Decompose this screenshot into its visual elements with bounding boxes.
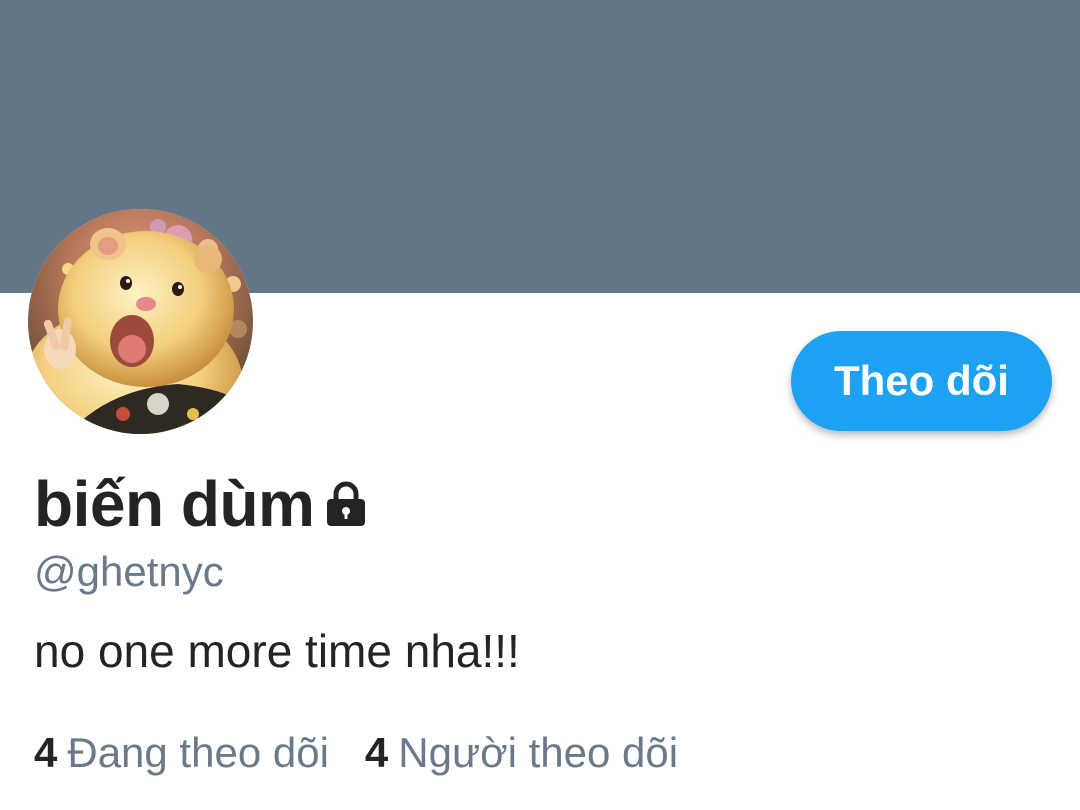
follow-button[interactable]: Theo dõi xyxy=(791,331,1052,431)
avatar[interactable] xyxy=(28,209,253,434)
profile-stats: 4 Đang theo dõi 4 Người theo dõi xyxy=(34,729,714,777)
following-count: 4 xyxy=(34,729,58,776)
display-name: biến dùm xyxy=(34,468,315,540)
followers-stat[interactable]: 4 Người theo dõi xyxy=(365,729,678,777)
following-stat[interactable]: 4 Đang theo dõi xyxy=(34,729,329,777)
profile-handle: @ghetnyc xyxy=(34,548,224,595)
display-name-row: biến dùm xyxy=(34,464,368,544)
profile-page: Theo dõi biến dùm @ghetnyc no one more t… xyxy=(0,0,1080,810)
lock-icon xyxy=(324,480,368,528)
profile-bio: no one more time nha!!! xyxy=(34,625,520,677)
followers-count: 4 xyxy=(364,729,389,776)
hamster-avatar-image xyxy=(28,209,253,434)
following-label: Đang theo dõi xyxy=(67,729,329,776)
followers-label: Người theo dõi xyxy=(398,729,679,776)
